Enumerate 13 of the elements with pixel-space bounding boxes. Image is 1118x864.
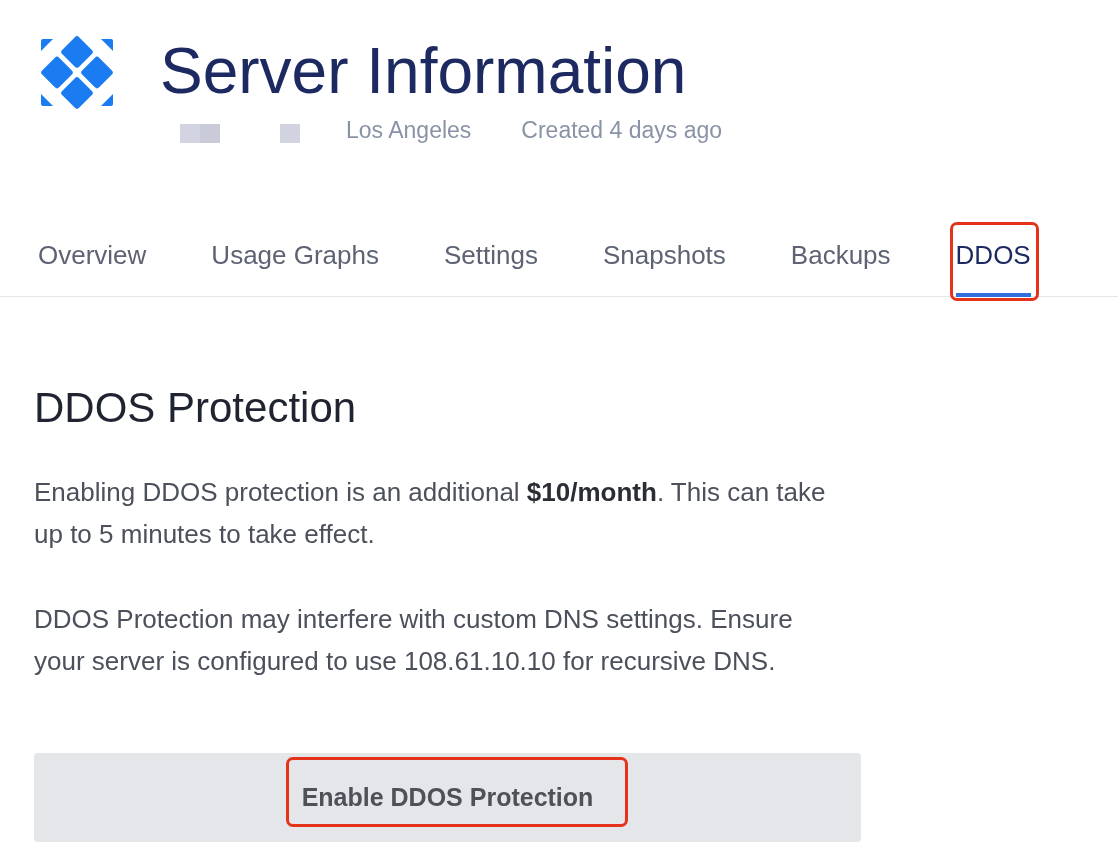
description-paragraph: DDOS Protection may interfere with custom DNS settings. Ensure your server is configured to use 108.61.10.10 for recursive DNS. [34, 603, 794, 678]
tab[interactable]: DDOS [955, 220, 1031, 297]
description-paragraph: Enabling DDOS protection is an additional $10/month. This can take up to 5 minutes to take effect. [34, 476, 827, 551]
enable-protection-button[interactable]: Enable DDOS Protection [34, 753, 861, 842]
tab[interactable]: Overview [38, 220, 147, 297]
tab[interactable]: Settings [444, 220, 538, 297]
tab[interactable]: Backups [790, 220, 891, 297]
section-heading: DDOS Protection [34, 383, 358, 433]
tab[interactable]: Usage Graphs [211, 220, 379, 297]
created-date-text: Created 4 days ago [521, 117, 723, 143]
page-title: Server Information [160, 35, 688, 107]
location-text: Los Angeles [346, 117, 472, 143]
tab[interactable]: Snapshots [602, 220, 726, 297]
